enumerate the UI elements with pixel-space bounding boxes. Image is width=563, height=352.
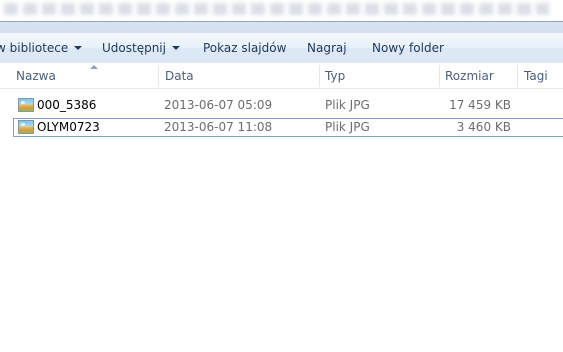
- address-strip: [0, 0, 563, 34]
- include-in-library-label: w bibliotece: [0, 41, 69, 55]
- file-date: 2013-06-07 11:08: [164, 120, 273, 134]
- file-list-empty-area[interactable]: [0, 140, 563, 352]
- address-bar-obscured-text: [4, 3, 549, 15]
- column-header-tags[interactable]: Tagi: [518, 63, 563, 88]
- command-bar: w bibliotece Udostępnij Pokaz slajdów Na…: [0, 33, 563, 64]
- column-header-row: Nazwa Data Typ Rozmiar Tagi: [0, 63, 563, 89]
- column-header-size-label: Rozmiar: [445, 69, 494, 83]
- slideshow-label: Pokaz slajdów: [203, 41, 287, 55]
- column-header-tags-label: Tagi: [524, 69, 548, 83]
- slideshow-button[interactable]: Pokaz slajdów: [203, 33, 286, 63]
- file-name: OLYM0723: [37, 120, 100, 134]
- column-header-name[interactable]: Nazwa: [10, 63, 158, 88]
- burn-button[interactable]: Nagraj: [307, 33, 347, 63]
- share-label: Udostępnij: [102, 41, 166, 55]
- column-header-type-label: Typ: [325, 69, 346, 83]
- file-name: 000_5386: [37, 98, 97, 112]
- new-folder-button[interactable]: Nowy folder: [372, 33, 444, 63]
- include-in-library-button[interactable]: w bibliotece: [0, 33, 83, 63]
- share-button[interactable]: Udostępnij: [102, 33, 180, 63]
- file-size: 17 459 KB: [449, 98, 511, 112]
- column-header-date-label: Data: [165, 69, 194, 83]
- file-row-selected[interactable]: OLYM0723 2013-06-07 11:08 Plik JPG 3 460…: [13, 118, 563, 137]
- column-header-date[interactable]: Data: [159, 63, 319, 88]
- file-type: Plik JPG: [325, 120, 370, 134]
- file-date: 2013-06-07 05:09: [164, 98, 273, 112]
- file-size: 3 460 KB: [456, 120, 511, 134]
- address-bar[interactable]: [0, 0, 563, 22]
- chevron-down-icon: [171, 45, 180, 50]
- file-type: Plik JPG: [325, 98, 370, 112]
- jpg-image-icon: [18, 120, 34, 134]
- column-header-name-label: Nazwa: [16, 69, 56, 83]
- burn-label: Nagraj: [307, 41, 347, 55]
- file-row[interactable]: 000_5386 2013-06-07 05:09 Plik JPG 17 45…: [13, 96, 563, 115]
- column-header-type[interactable]: Typ: [319, 63, 439, 88]
- sort-ascending-icon: [90, 65, 98, 69]
- column-header-size[interactable]: Rozmiar: [439, 63, 517, 88]
- new-folder-label: Nowy folder: [372, 41, 444, 55]
- chevron-down-icon: [74, 45, 83, 50]
- explorer-window: w bibliotece Udostępnij Pokaz slajdów Na…: [0, 0, 563, 352]
- jpg-image-icon: [18, 98, 34, 112]
